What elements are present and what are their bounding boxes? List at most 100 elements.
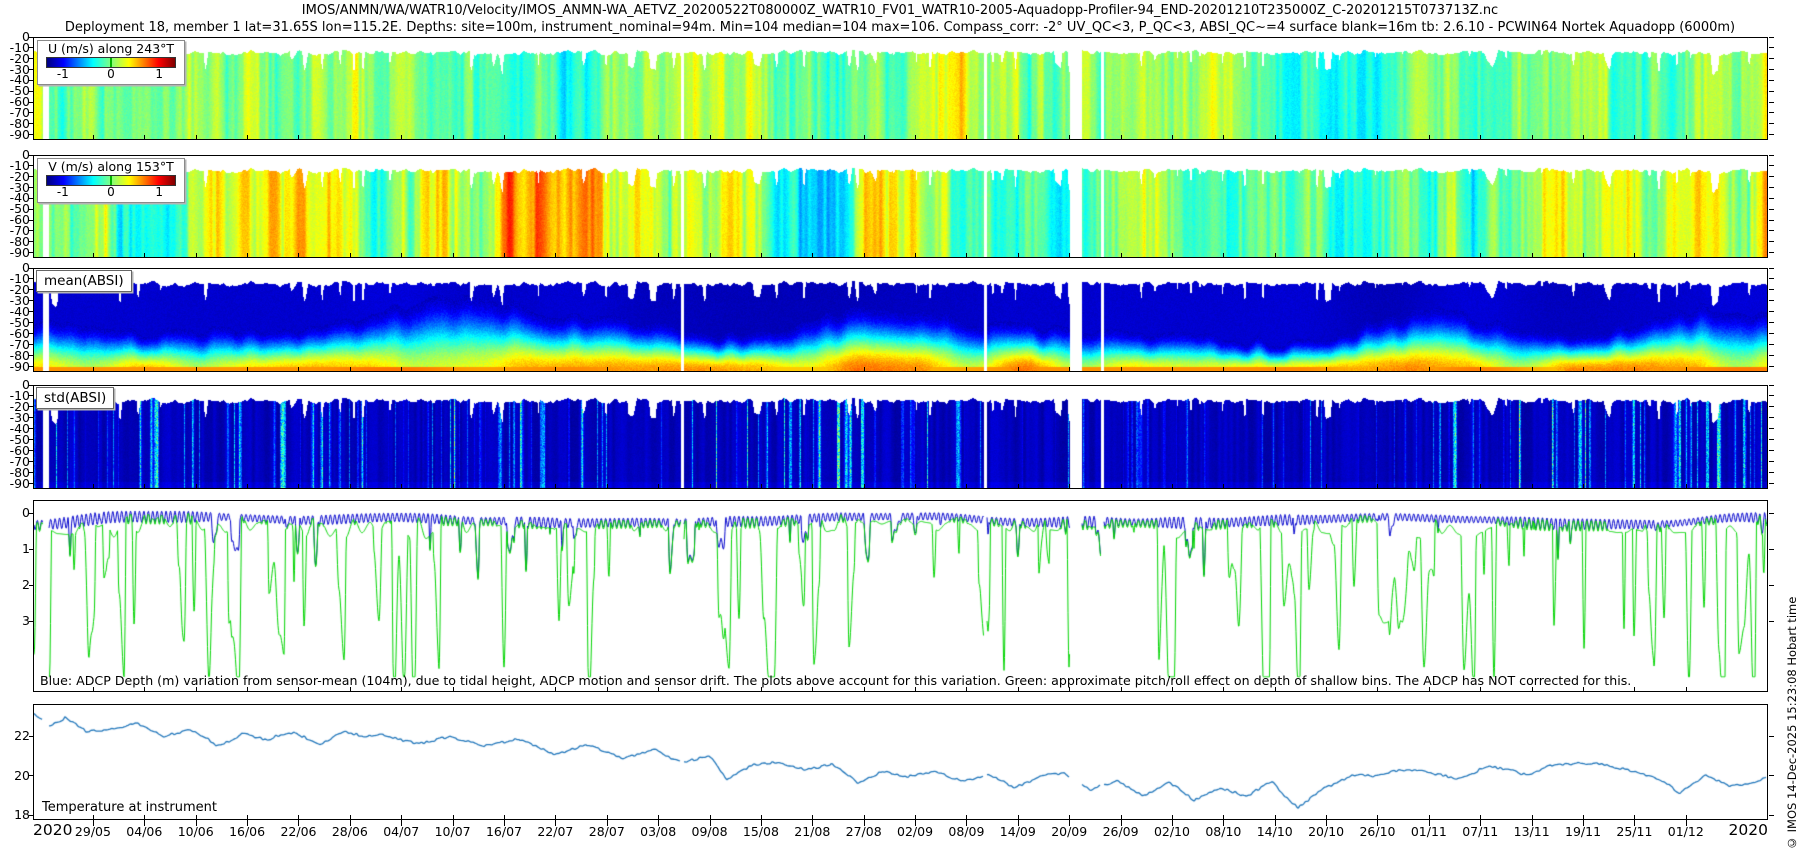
x-tick-label: 29/05 [75,824,111,839]
x-tick-mark [1686,367,1687,371]
watermark: © IMOS 14-Dec-2025 15:23:08 Hobart time [1785,538,1799,850]
x-tick-mark [144,815,145,819]
y-tick-mark [1769,428,1774,429]
u-colorbar-legend: U (m/s) along 243°T -1 0 1 [37,40,185,85]
u-colorbar-tick-label: 0 [107,68,115,81]
y-tick-mark [1769,311,1774,312]
x-tick-mark [1686,687,1687,691]
y-tick-mark [29,123,33,124]
y-tick-mark [29,289,33,290]
x-tick-mark [93,815,94,819]
x-tick-mark [247,253,248,257]
x-tick-mark [864,367,865,371]
x-tick-mark [401,820,402,826]
y-tick-mark [29,366,33,367]
x-tick-label: 27/08 [846,824,882,839]
y-tick-mark [29,37,33,38]
y-tick-mark [29,483,33,484]
y-tick-mark [29,134,33,135]
x-tick-label: 22/07 [537,824,573,839]
y-tick-label: 20 [0,768,30,783]
x-tick-mark [1583,253,1584,257]
depth-variation-note: Blue: ADCP Depth (m) variation from sens… [40,673,1631,688]
mean-absi-label: mean(ABSI) [36,270,132,292]
temperature-line [34,705,1767,819]
y-tick-mark [1769,209,1774,210]
y-tick-mark [29,252,33,253]
x-tick-label: 28/06 [332,824,368,839]
y-tick-mark [1769,134,1774,135]
y-tick-mark [29,355,33,356]
y-tick-mark [29,333,33,334]
x-tick-mark [658,820,659,826]
x-tick-mark [196,820,197,826]
x-tick-mark [555,135,556,139]
x-tick-mark [1275,367,1276,371]
x-tick-mark [1377,484,1378,488]
y-tick-mark [1769,549,1774,550]
x-tick-mark [1069,820,1070,826]
x-tick-mark [555,820,556,826]
y-tick-mark [1769,439,1774,440]
y-tick-mark [1769,585,1774,586]
y-tick-mark [1769,815,1774,816]
x-tick-mark [1583,484,1584,488]
y-tick-mark [29,176,33,177]
x-tick-mark [710,367,711,371]
y-tick-mark [1769,220,1774,221]
x-tick-mark [196,367,197,371]
x-tick-mark [864,253,865,257]
panel-mean-absi: mean(ABSI) [33,268,1768,372]
x-tick-mark [915,253,916,257]
x-tick-mark [607,820,608,826]
x-tick-mark [298,367,299,371]
colorbar-zero-notch [110,58,112,67]
y-tick-mark [29,198,33,199]
x-tick-mark [966,820,967,826]
x-tick-mark [247,815,248,819]
x-tick-mark [658,484,659,488]
x-tick-label: 20/10 [1308,824,1344,839]
x-tick-mark [864,484,865,488]
y-tick-mark [29,450,33,451]
x-tick-mark [401,484,402,488]
x-tick-mark [1686,135,1687,139]
x-tick-mark [966,367,967,371]
y-tick-mark [29,406,33,407]
x-tick-mark [555,367,556,371]
y-tick-mark [29,472,33,473]
x-tick-mark [1377,815,1378,819]
x-tick-mark [1326,135,1327,139]
x-tick-mark [1532,820,1533,826]
x-tick-mark [1634,253,1635,257]
x-tick-mark [1532,135,1533,139]
y-tick-mark [1769,155,1774,156]
x-tick-label: 08/10 [1205,824,1241,839]
temperature-label: Temperature at instrument [42,800,217,815]
y-tick-mark [1769,165,1774,166]
x-tick-mark [812,253,813,257]
x-tick-mark [658,367,659,371]
y-tick-mark [1769,483,1774,484]
x-tick-mark [658,815,659,819]
x-tick-mark [1018,484,1019,488]
x-tick-mark [1583,815,1584,819]
x-tick-label: 07/11 [1462,824,1498,839]
x-tick-mark [710,135,711,139]
y-tick-mark [1769,775,1774,776]
x-tick-mark [1326,820,1327,826]
x-tick-mark [1326,484,1327,488]
panel-std-absi: std(ABSI) [33,385,1768,489]
x-tick-mark [710,253,711,257]
x-tick-mark [607,815,608,819]
y-tick-mark [1769,58,1774,59]
x-tick-mark [1377,367,1378,371]
y-tick-mark [1769,289,1774,290]
x-tick-mark [1634,815,1635,819]
x-tick-mark [1377,820,1378,826]
y-tick-mark [29,385,33,386]
x-tick-label: 02/09 [897,824,933,839]
y-tick-mark [29,241,33,242]
x-tick-label: 01/12 [1668,824,1704,839]
x-tick-mark [1275,135,1276,139]
